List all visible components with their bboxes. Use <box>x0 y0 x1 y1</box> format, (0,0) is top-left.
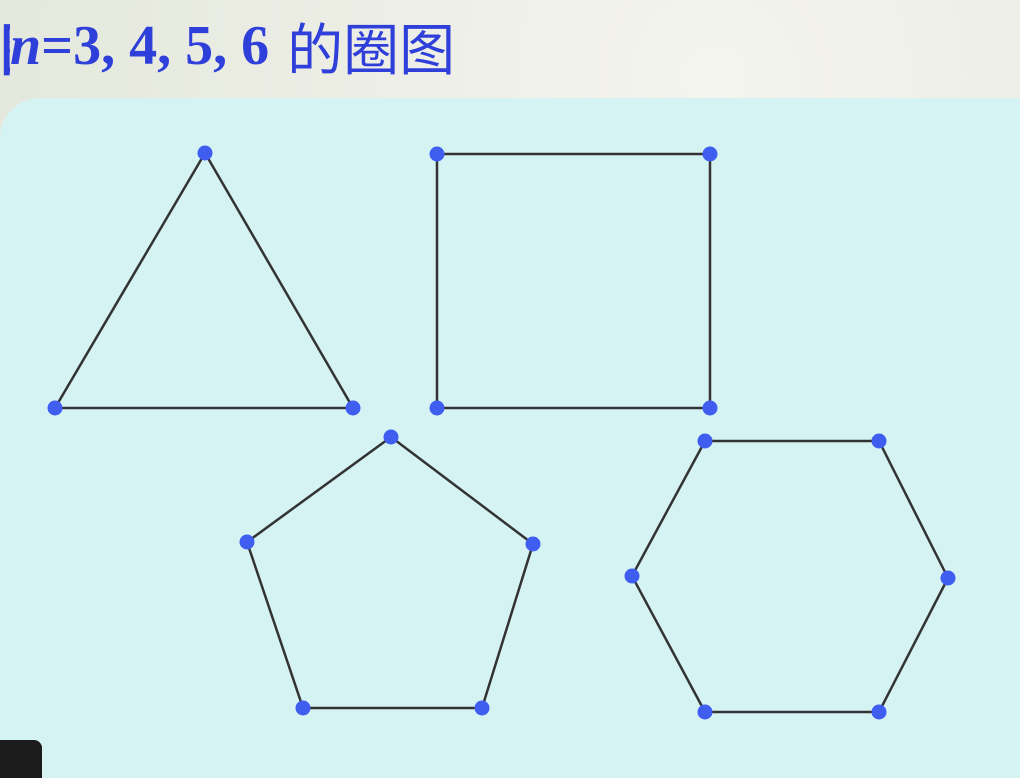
graph-vertex <box>697 704 713 720</box>
graph-vertex <box>47 400 63 416</box>
graph-edge <box>630 574 707 714</box>
graph-vertex <box>474 700 490 716</box>
cycle-graph-c6 <box>624 433 956 720</box>
graph-vertex <box>697 433 713 449</box>
cycle-graphs-diagram <box>47 145 956 720</box>
graph-edge <box>877 439 950 580</box>
graph-edge <box>389 435 535 546</box>
slide: 图 n =3, 4, 5, 6 的圈图 <box>0 0 1020 778</box>
video-overlay-box <box>0 740 42 778</box>
graph-vertex <box>871 704 887 720</box>
graph-edge <box>53 151 207 410</box>
graph-vertex <box>239 534 255 550</box>
graph-edge <box>480 542 535 710</box>
graph-vertex <box>345 400 361 416</box>
cycle-graph-c3 <box>47 145 361 416</box>
graph-vertex <box>295 700 311 716</box>
graph-vertex <box>525 536 541 552</box>
graph-edge <box>203 151 355 410</box>
graph-vertex <box>871 433 887 449</box>
graph-vertex <box>624 568 640 584</box>
graph-vertex <box>383 429 399 445</box>
cycle-graph-c4 <box>429 146 718 416</box>
graph-vertex <box>702 146 718 162</box>
cycle-graph-c5 <box>239 429 541 716</box>
graph-vertex <box>940 570 956 586</box>
graph-edge <box>245 435 393 544</box>
graph-edge <box>877 576 950 714</box>
graph-vertex <box>197 145 213 161</box>
graph-vertex <box>702 400 718 416</box>
graph-vertex <box>429 400 445 416</box>
graphs-layer <box>47 145 956 720</box>
graph-vertex <box>429 146 445 162</box>
graph-edge <box>630 439 707 578</box>
graph-edge <box>245 540 305 710</box>
